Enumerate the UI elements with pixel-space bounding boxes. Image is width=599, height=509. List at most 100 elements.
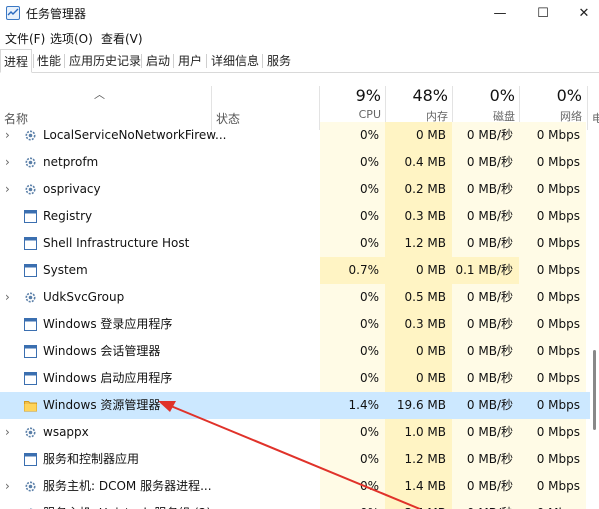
process-row[interactable]: Shell Infrastructure Host 0% 1.2 MB 0 MB/秒 0… (0, 230, 590, 257)
tab-divider (262, 54, 263, 68)
network-value: 0 Mbps (536, 290, 580, 304)
menu-file[interactable]: 文件(F) (5, 30, 45, 47)
cpu-value: 0% (359, 344, 379, 358)
disk-value: 0 MB/秒 (466, 398, 513, 412)
gear-icon (24, 291, 37, 304)
process-name: Windows 资源管理器 (43, 398, 161, 412)
memory-value: 0.3 MB (385, 203, 452, 230)
expand-chevron-icon[interactable]: › (5, 176, 10, 203)
network-value: 0 Mbps (536, 209, 580, 223)
network-value: 0 Mbps (536, 263, 580, 277)
network-value: 0 Mbps (536, 182, 580, 196)
process-name: 服务主机: Unistack 服务组 (2) (43, 500, 211, 509)
process-name: Windows 启动应用程序 (43, 371, 173, 385)
disk-value: 0 MB/秒 (466, 479, 513, 493)
network-value: 0 Mbps (536, 371, 580, 385)
gear-icon (24, 480, 37, 493)
window-icon (24, 264, 37, 277)
expand-chevron-icon[interactable]: › (5, 284, 10, 311)
cpu-value: 0% (359, 479, 379, 493)
cpu-value: 0% (359, 452, 379, 466)
disk-value: 0 MB/秒 (466, 425, 513, 439)
tab-details[interactable]: 详细信息 (208, 49, 262, 73)
process-name: wsappx (43, 425, 89, 439)
network-total: 0% (556, 86, 582, 105)
network-value: 0 Mbps (536, 155, 580, 169)
process-row[interactable]: › osprivacy 0% 0.2 MB 0 MB/秒 0 Mbps (0, 176, 590, 203)
tab-app-history[interactable]: 应用历史记录 (66, 49, 144, 73)
tab-users[interactable]: 用户 (175, 49, 205, 73)
tab-services[interactable]: 服务 (264, 49, 294, 73)
disk-value: 0 MB/秒 (466, 236, 513, 250)
column-power-cut[interactable]: 电 (592, 110, 599, 126)
process-row[interactable]: › wsappx 0% 1.0 MB 0 MB/秒 0 Mbps (0, 419, 590, 446)
window-icon (24, 210, 37, 223)
process-row[interactable]: Windows 资源管理器 1.4% 19.6 MB 0 MB/秒 0 Mbps (0, 392, 590, 419)
network-value: 0 Mbps (536, 236, 580, 250)
cpu-value: 0.7% (320, 257, 385, 284)
expand-chevron-icon[interactable]: › (5, 122, 10, 149)
process-row[interactable]: › LocalServiceNoNetworkFirew... 0% 0 MB 0 MB… (0, 122, 590, 149)
process-row[interactable]: › netprofm 0% 0.4 MB 0 MB/秒 0 Mbps (0, 149, 590, 176)
memory-value: 1.2 MB (385, 446, 452, 473)
tab-startup[interactable]: 启动 (143, 49, 173, 73)
process-row[interactable]: › UdkSvcGroup 0% 0.5 MB 0 MB/秒 0 Mbps (0, 284, 590, 311)
process-name: osprivacy (43, 182, 101, 196)
process-name: LocalServiceNoNetworkFirew... (43, 128, 227, 142)
menu-view[interactable]: 查看(V) (101, 30, 143, 47)
process-row[interactable]: Windows 登录应用程序 0% 0.3 MB 0 MB/秒 0 Mbps (0, 311, 590, 338)
close-button[interactable]: ✕ (562, 0, 599, 26)
cpu-value: 0% (359, 155, 379, 169)
vertical-scrollbar[interactable] (590, 130, 599, 509)
maximize-button[interactable]: ☐ (521, 0, 565, 26)
gear-icon (24, 183, 37, 196)
process-name: System (43, 263, 88, 277)
network-value: 0 Mbps (519, 500, 586, 509)
disk-total: 0% (489, 86, 515, 105)
sort-up-icon[interactable]: ︿ (94, 86, 105, 102)
tab-performance[interactable]: 性能 (34, 49, 64, 73)
menu-options[interactable]: 选项(O) (50, 30, 93, 47)
process-row[interactable]: Windows 启动应用程序 0% 0 MB 0 MB/秒 0 Mbps (0, 365, 590, 392)
cpu-value: 0% (359, 209, 379, 223)
minimize-button[interactable]: — (478, 0, 522, 26)
tab-divider (141, 54, 142, 68)
disk-value: 0 MB/秒 (466, 209, 513, 223)
disk-value: 0 MB/秒 (466, 317, 513, 331)
tab-divider (64, 54, 65, 68)
disk-value: 0 MB/秒 (452, 500, 519, 509)
window-icon (24, 453, 37, 466)
network-value: 0 Mbps (536, 398, 580, 412)
tab-processes[interactable]: 进程 (0, 49, 33, 73)
process-row[interactable]: › 服务主机: DCOM 服务器进程... 0% 1.4 MB 0 MB/秒 0 Mbps (0, 473, 590, 500)
expand-chevron-icon[interactable]: › (5, 419, 10, 446)
tab-divider (206, 54, 207, 68)
scrollbar-thumb[interactable] (593, 350, 596, 430)
memory-value: 0.4 MB (385, 149, 452, 176)
tab-bar: 进程 性能 应用历史记录 启动 用户 详细信息 服务 (0, 49, 599, 73)
gear-icon (24, 426, 37, 439)
cpu-value: 0% (359, 425, 379, 439)
window-title: 任务管理器 (26, 7, 87, 21)
disk-value: 0 MB/秒 (466, 344, 513, 358)
process-row[interactable]: System 0.7% 0 MB 0.1 MB/秒 0 Mbps (0, 257, 590, 284)
network-value: 0 Mbps (536, 425, 580, 439)
process-row[interactable]: › 服务主机: Unistack 服务组 (2) 0%3.5 MB0 MB/秒0 M… (0, 500, 590, 509)
memory-value: 3.5 MB (385, 500, 452, 509)
memory-value: 0.3 MB (385, 311, 452, 338)
cpu-value: 0% (359, 182, 379, 196)
process-row[interactable]: Registry 0% 0.3 MB 0 MB/秒 0 Mbps (0, 203, 590, 230)
expand-chevron-icon[interactable]: › (5, 500, 10, 509)
disk-value: 0 MB/秒 (466, 452, 513, 466)
memory-value: 0 MB (385, 122, 452, 149)
memory-value: 0 MB (385, 365, 452, 392)
process-row[interactable]: Windows 会话管理器 0% 0 MB 0 MB/秒 0 Mbps (0, 338, 590, 365)
process-name: Windows 登录应用程序 (43, 317, 173, 331)
expand-chevron-icon[interactable]: › (5, 473, 10, 500)
network-value: 0 Mbps (536, 452, 580, 466)
cpu-value: 0% (359, 290, 379, 304)
process-row[interactable]: 服务和控制器应用 0% 1.2 MB 0 MB/秒 0 Mbps (0, 446, 590, 473)
expand-chevron-icon[interactable]: › (5, 149, 10, 176)
window-icon (24, 237, 37, 250)
cpu-value: 0% (359, 371, 379, 385)
